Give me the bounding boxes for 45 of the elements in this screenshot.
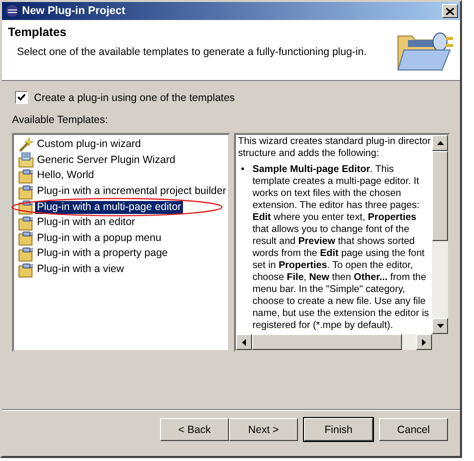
description-text: Sample Multi-page Editor. This template creates a multi-page editor. It works on text files with the chosen extension. The editor has three pages: Edit where you enter text, Properties that allows you to change font of the result and Preview that shows sorted words from the Edit page using the font set in Properties. To open the editor, choose File, New then Other... from the menu bar. In the "Simple" category, choose to create a new file. Use any file name, but use the extension the editor is registered for (*.mpe by default).	[252, 164, 430, 332]
checkbox[interactable]	[15, 91, 28, 104]
scroll-up-button[interactable]	[432, 135, 448, 151]
template-item[interactable]: Plug-in with a multi-page editor	[35, 200, 184, 214]
close-button[interactable]	[442, 4, 458, 18]
plug-folder-icon	[18, 246, 34, 262]
wizard-button[interactable]: Finish	[304, 418, 373, 441]
window-title: New Plug-in Project	[22, 5, 126, 17]
plug-folder-icon	[18, 214, 34, 231]
plug-folder-icon	[18, 199, 34, 216]
wizard-button[interactable]: Cancel	[379, 418, 448, 441]
right-arrow-icon	[422, 338, 426, 346]
template-item[interactable]: Custom plug-in wizard	[35, 138, 143, 152]
page-description: Select one of the available templates to generate a fully-functioning plug-in.	[17, 46, 368, 58]
horizontal-scrollbar[interactable]	[236, 334, 432, 350]
template-item[interactable]: Plug-in with an editor	[35, 216, 138, 230]
checkbox-label: Create a plug-in using one of the templates	[34, 92, 235, 104]
plug-folder-icon	[18, 262, 34, 278]
scroll-down-button[interactable]	[432, 318, 448, 334]
scroll-thumb[interactable]	[252, 334, 402, 350]
template-item[interactable]: Plug-in with a property page	[35, 247, 170, 260]
plug-folder-icon	[18, 230, 34, 246]
down-arrow-icon	[436, 324, 444, 328]
template-item[interactable]: Plug-in with a view	[35, 263, 126, 276]
template-item[interactable]: Generic Server Plugin Wizard	[35, 154, 178, 167]
scroll-left-button[interactable]	[236, 334, 252, 350]
wand-icon	[18, 136, 34, 153]
template-item[interactable]: Plug-in with a incremental project builder	[35, 185, 228, 198]
page-title: Templates	[8, 25, 68, 39]
server-folder-icon	[18, 152, 34, 168]
bullet-mark: •	[241, 164, 244, 177]
wizard-button[interactable]: Next >	[229, 418, 298, 441]
plug-folder-icon	[18, 184, 34, 200]
scroll-thumb[interactable]	[432, 151, 448, 241]
wizard-button[interactable]: < Back	[160, 418, 229, 441]
template-item[interactable]: Plug-in with a popup menu	[35, 232, 164, 245]
up-arrow-icon	[436, 141, 444, 145]
vertical-scrollbar[interactable]	[432, 135, 448, 334]
close-icon	[446, 8, 454, 14]
left-arrow-icon	[242, 338, 246, 346]
list-label: Available Templates:	[12, 114, 109, 126]
plug-folder-icon	[18, 168, 34, 184]
template-item[interactable]: Hello, World	[35, 169, 96, 182]
description-intro: This wizard creates standard plug-in director structure and adds the following:	[238, 136, 432, 160]
scroll-right-button[interactable]	[416, 334, 432, 350]
